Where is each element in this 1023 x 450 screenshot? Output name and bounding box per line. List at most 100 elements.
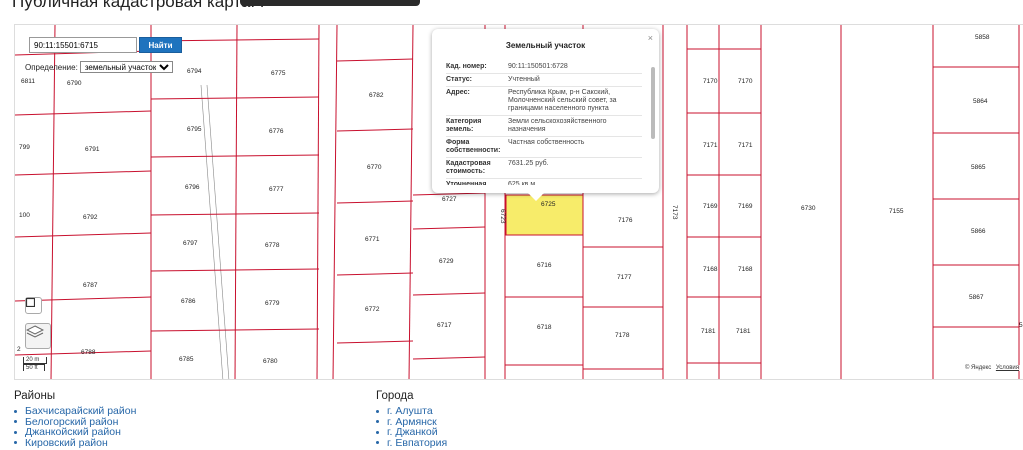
parcel-number-label: 7173 — [671, 205, 678, 220]
district-link[interactable]: Бахчисарайский район — [14, 406, 136, 417]
parcel-number-label: 7168 — [738, 266, 753, 273]
parcel-number-label: 6718 — [537, 324, 552, 331]
popup-row-key: Уточненная площадь: — [446, 181, 487, 185]
district-link[interactable]: Джанкойский район — [14, 427, 136, 438]
city-link[interactable]: г. Евпатория — [376, 437, 447, 449]
page-title: Публичная кадастровая карта. Р — [12, 0, 272, 11]
popup-row-value: Республика Крым, р-н Сакский, Молочненск… — [508, 89, 617, 112]
parcel-number-label: 7155 — [889, 208, 904, 215]
parcel-number-label: 5858 — [975, 34, 990, 41]
map-attribution: © Яндекс Условия — [962, 365, 1021, 371]
parcel-number-label: 6791 — [85, 146, 100, 153]
parcel-number-label: 7168 — [703, 266, 718, 273]
popup-row: Кадастровая стоимость: 7631.25 руб. — [446, 158, 642, 179]
cities-heading: Города — [376, 390, 414, 402]
parcel-number-label: 7171 — [703, 142, 718, 149]
cadastral-map[interactable]: 6811 6790 6794 6775 6782 799 6791 6795 6776 6770 6… — [14, 24, 1023, 380]
parcel-number-label: 6790 — [67, 80, 82, 87]
layers-icon[interactable] — [25, 323, 51, 349]
parcel-number-label: 6729 — [439, 258, 454, 265]
popup-row-key: Статус: — [446, 76, 472, 83]
parcel-number-label: 7169 — [738, 203, 753, 210]
parcel-number-label: 6772 — [365, 306, 380, 313]
parcel-number-label: 6777 — [269, 186, 284, 193]
parcel-number-label: 6730 — [801, 205, 816, 212]
parcel-number-label: 6779 — [265, 300, 280, 307]
parcel-number-label: 5 — [1019, 322, 1023, 329]
parcel-number-label: 6782 — [369, 92, 384, 99]
city-link[interactable]: г. Джанкой — [376, 427, 447, 438]
popup-row-key: Форма собственности: — [446, 139, 501, 154]
scale-feet: 50 ft — [23, 364, 45, 371]
popup-row-value: Земли сельскохозяйственного назначения — [508, 118, 607, 133]
parcel-number-label: 6792 — [83, 214, 98, 221]
popup-row: Статус: Учтенный — [446, 74, 642, 87]
search-button[interactable]: Найти — [139, 37, 182, 53]
districts-heading: Районы — [14, 390, 56, 402]
scale-meters: 20 m — [23, 357, 47, 364]
parcel-number-label: 7178 — [615, 332, 630, 339]
parcel-number-label: 100 — [19, 212, 30, 219]
popup-row: Кад. номер: 90:11:150501:6728 — [446, 61, 642, 74]
square-outline-icon[interactable] — [25, 297, 42, 314]
parcel-number-label: 7176 — [618, 217, 633, 224]
popup-row: Форма собственности: Частная собственност… — [446, 137, 642, 158]
search-input[interactable] — [29, 37, 137, 53]
popup-details[interactable]: Кад. номер: 90:11:150501:6728 Статус: Учтен… — [446, 61, 642, 185]
popup-row-value: Частная собственность — [508, 139, 585, 146]
parcel-number-label: 6770 — [367, 164, 382, 171]
parcel-number-label: 7181 — [736, 328, 751, 335]
popup-row-key: Кад. номер: — [446, 63, 487, 70]
close-icon[interactable]: × — [648, 33, 653, 43]
header-overlay — [240, 0, 420, 6]
parcel-number-label: 6723 — [499, 209, 506, 224]
parcel-number-label: 2 — [17, 346, 21, 353]
parcel-info-popup: Земельный участок × Кад. номер: 90:11:150… — [432, 29, 659, 201]
parcel-number-label: 5867 — [969, 294, 984, 301]
parcel-number-label: 7170 — [703, 78, 718, 85]
popup-pointer — [528, 193, 544, 201]
parcel-number-label: 7170 — [738, 78, 753, 85]
definition-select[interactable]: земельный участок — [79, 61, 173, 73]
parcel-number-label: 6717 — [437, 322, 452, 329]
parcel-number-label: 5864 — [973, 98, 988, 105]
parcel-number-label: 6794 — [187, 68, 202, 75]
popup-row-key: Адрес: — [446, 89, 470, 96]
parcel-number-label: 6778 — [265, 242, 280, 249]
popup-row: Адрес: Республика Крым, р-н Сакский, Моло… — [446, 87, 642, 116]
terms-link[interactable]: Условия — [996, 365, 1019, 371]
popup-row: Категория земель: Земли сельскохозяйствен… — [446, 116, 642, 137]
city-link[interactable]: г. Алушта — [376, 406, 447, 417]
district-link[interactable]: Кировский район — [14, 437, 136, 449]
parcel-number-label: 6725 — [541, 201, 556, 208]
cities-section: Города г. Алушта г. Армянск г. Джанкой г… — [376, 390, 447, 448]
parcel-number-label: 799 — [19, 144, 30, 151]
definition-control: Определение: земельный участок — [25, 61, 173, 73]
parcel-number-label: 6776 — [269, 128, 284, 135]
parcel-number-label: 7169 — [703, 203, 718, 210]
attribution-text: © Яндекс — [964, 365, 992, 371]
parcel-number-label: 6787 — [83, 282, 98, 289]
popup-row-value: 7631.25 руб. — [508, 160, 549, 167]
parcel-number-label: 6780 — [263, 358, 278, 365]
parcel-number-label: 6811 — [21, 78, 35, 85]
parcel-number-label: 5866 — [971, 228, 986, 235]
definition-label: Определение: — [25, 62, 78, 72]
map-scale: 20 m 50 ft — [23, 357, 47, 371]
popup-row-value: 90:11:150501:6728 — [508, 63, 568, 70]
popup-row-key: Кадастровая стоимость: — [446, 160, 491, 175]
search-bar: Найти — [29, 37, 182, 53]
parcel-number-label: 6788 — [81, 349, 96, 356]
popup-row-key: Категория земель: — [446, 118, 482, 133]
districts-section: Районы Бахчисарайский район Белогорский … — [14, 390, 136, 448]
parcel-number-label: 6796 — [185, 184, 200, 191]
parcel-number-label: 6786 — [181, 298, 196, 305]
parcel-number-label: 7177 — [617, 274, 632, 281]
popup-row-value: 625 кв.м — [508, 181, 536, 185]
parcel-number-label: 7181 — [701, 328, 716, 335]
parcel-number-label: 5865 — [971, 164, 986, 171]
popup-scrollbar[interactable] — [651, 67, 655, 139]
popup-title: Земельный участок — [505, 41, 586, 50]
parcel-number-label: 6797 — [183, 240, 198, 247]
parcel-number-label: 6775 — [271, 70, 286, 77]
